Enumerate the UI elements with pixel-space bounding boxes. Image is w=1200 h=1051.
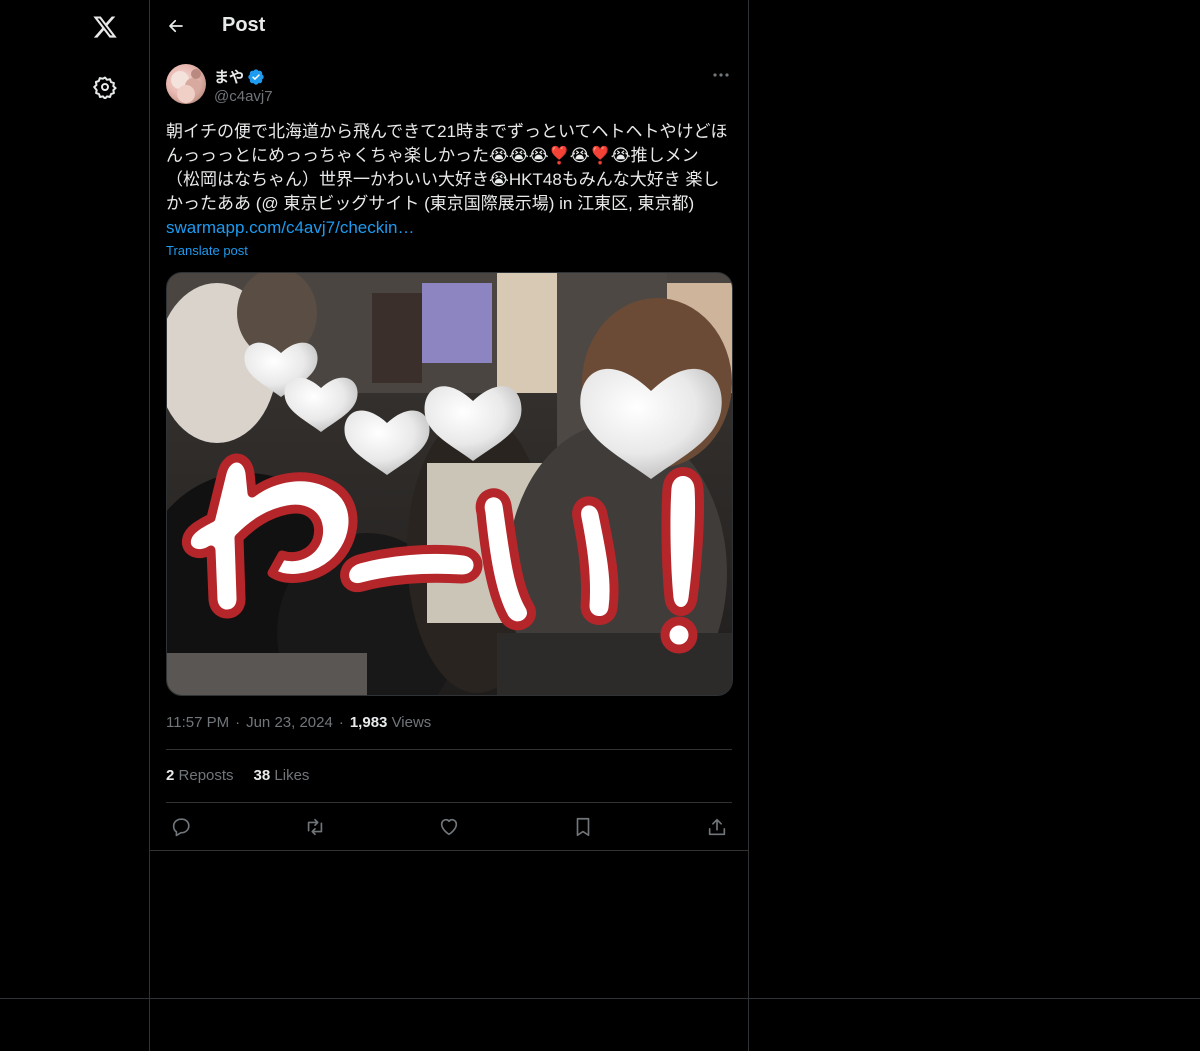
divider — [166, 749, 732, 750]
divider — [166, 802, 732, 803]
photo-illustration — [167, 273, 732, 695]
heart-icon — [440, 818, 458, 836]
likes-label: Likes — [274, 767, 310, 784]
post-bottom-border — [149, 850, 748, 851]
views-stat: 1,983 Views — [350, 714, 431, 731]
share-icon — [708, 818, 726, 836]
post-time[interactable]: 11:57 PM — [166, 714, 229, 731]
reply-button[interactable] — [166, 814, 196, 840]
translate-post-link[interactable]: Translate post — [166, 243, 248, 258]
post-image[interactable] — [166, 272, 733, 696]
like-button[interactable] — [434, 814, 464, 840]
reposts-label: Reposts — [178, 767, 234, 784]
bookmark-button[interactable] — [568, 814, 598, 840]
verified-badge-icon — [248, 68, 264, 85]
engagement-stats: 2 Reposts 38 Likes — [166, 767, 309, 784]
author-display-name[interactable]: まや — [214, 66, 265, 87]
post-text: 朝イチの便で北海道から飛んできて21時までずっといてヘトヘトやけどほんっっっとに… — [166, 122, 728, 213]
likes-count: 38 — [253, 767, 271, 784]
share-button[interactable] — [702, 814, 732, 840]
meta-separator: · — [338, 714, 344, 731]
reposts-stat[interactable]: 2 Reposts — [166, 767, 234, 784]
reposts-count: 2 — [166, 767, 175, 784]
action-bar — [166, 812, 732, 842]
page-header: Post — [149, 0, 748, 53]
repost-button[interactable] — [300, 814, 330, 840]
main-column: Post まや @c4avj7 朝イチの便で北海道から飛んできて21時までずっと… — [149, 0, 749, 1051]
back-button[interactable] — [163, 13, 189, 39]
views-count: 1,983 — [349, 714, 388, 731]
post-meta: 11:57 PM · Jun 23, 2024 · 1,983 Views — [166, 714, 431, 731]
more-options-button[interactable] — [709, 64, 733, 86]
post-link[interactable]: swarmapp.com/c4avj7/checkin… — [166, 216, 414, 240]
bookmark-icon — [576, 817, 590, 837]
author-handle[interactable]: @c4avj7 — [214, 88, 273, 105]
reply-icon — [172, 818, 190, 837]
avatar[interactable] — [166, 64, 206, 104]
likes-stat[interactable]: 38 Likes — [254, 767, 310, 784]
left-rail — [0, 0, 150, 1051]
app: Post まや @c4avj7 朝イチの便で北海道から飛んできて21時までずっと… — [0, 0, 1200, 1051]
more-dots-icon — [713, 73, 729, 77]
gear-icon[interactable] — [90, 72, 120, 102]
post-date[interactable]: Jun 23, 2024 — [246, 714, 333, 731]
arrow-left-icon — [169, 19, 183, 33]
views-label: Views — [391, 714, 432, 731]
author-name-text: まや — [214, 69, 245, 86]
page-bottom-border — [0, 998, 1200, 999]
x-logo-icon[interactable] — [90, 12, 120, 42]
page-title: Post — [222, 14, 266, 36]
repost-icon — [307, 818, 323, 836]
meta-separator: · — [235, 714, 241, 731]
